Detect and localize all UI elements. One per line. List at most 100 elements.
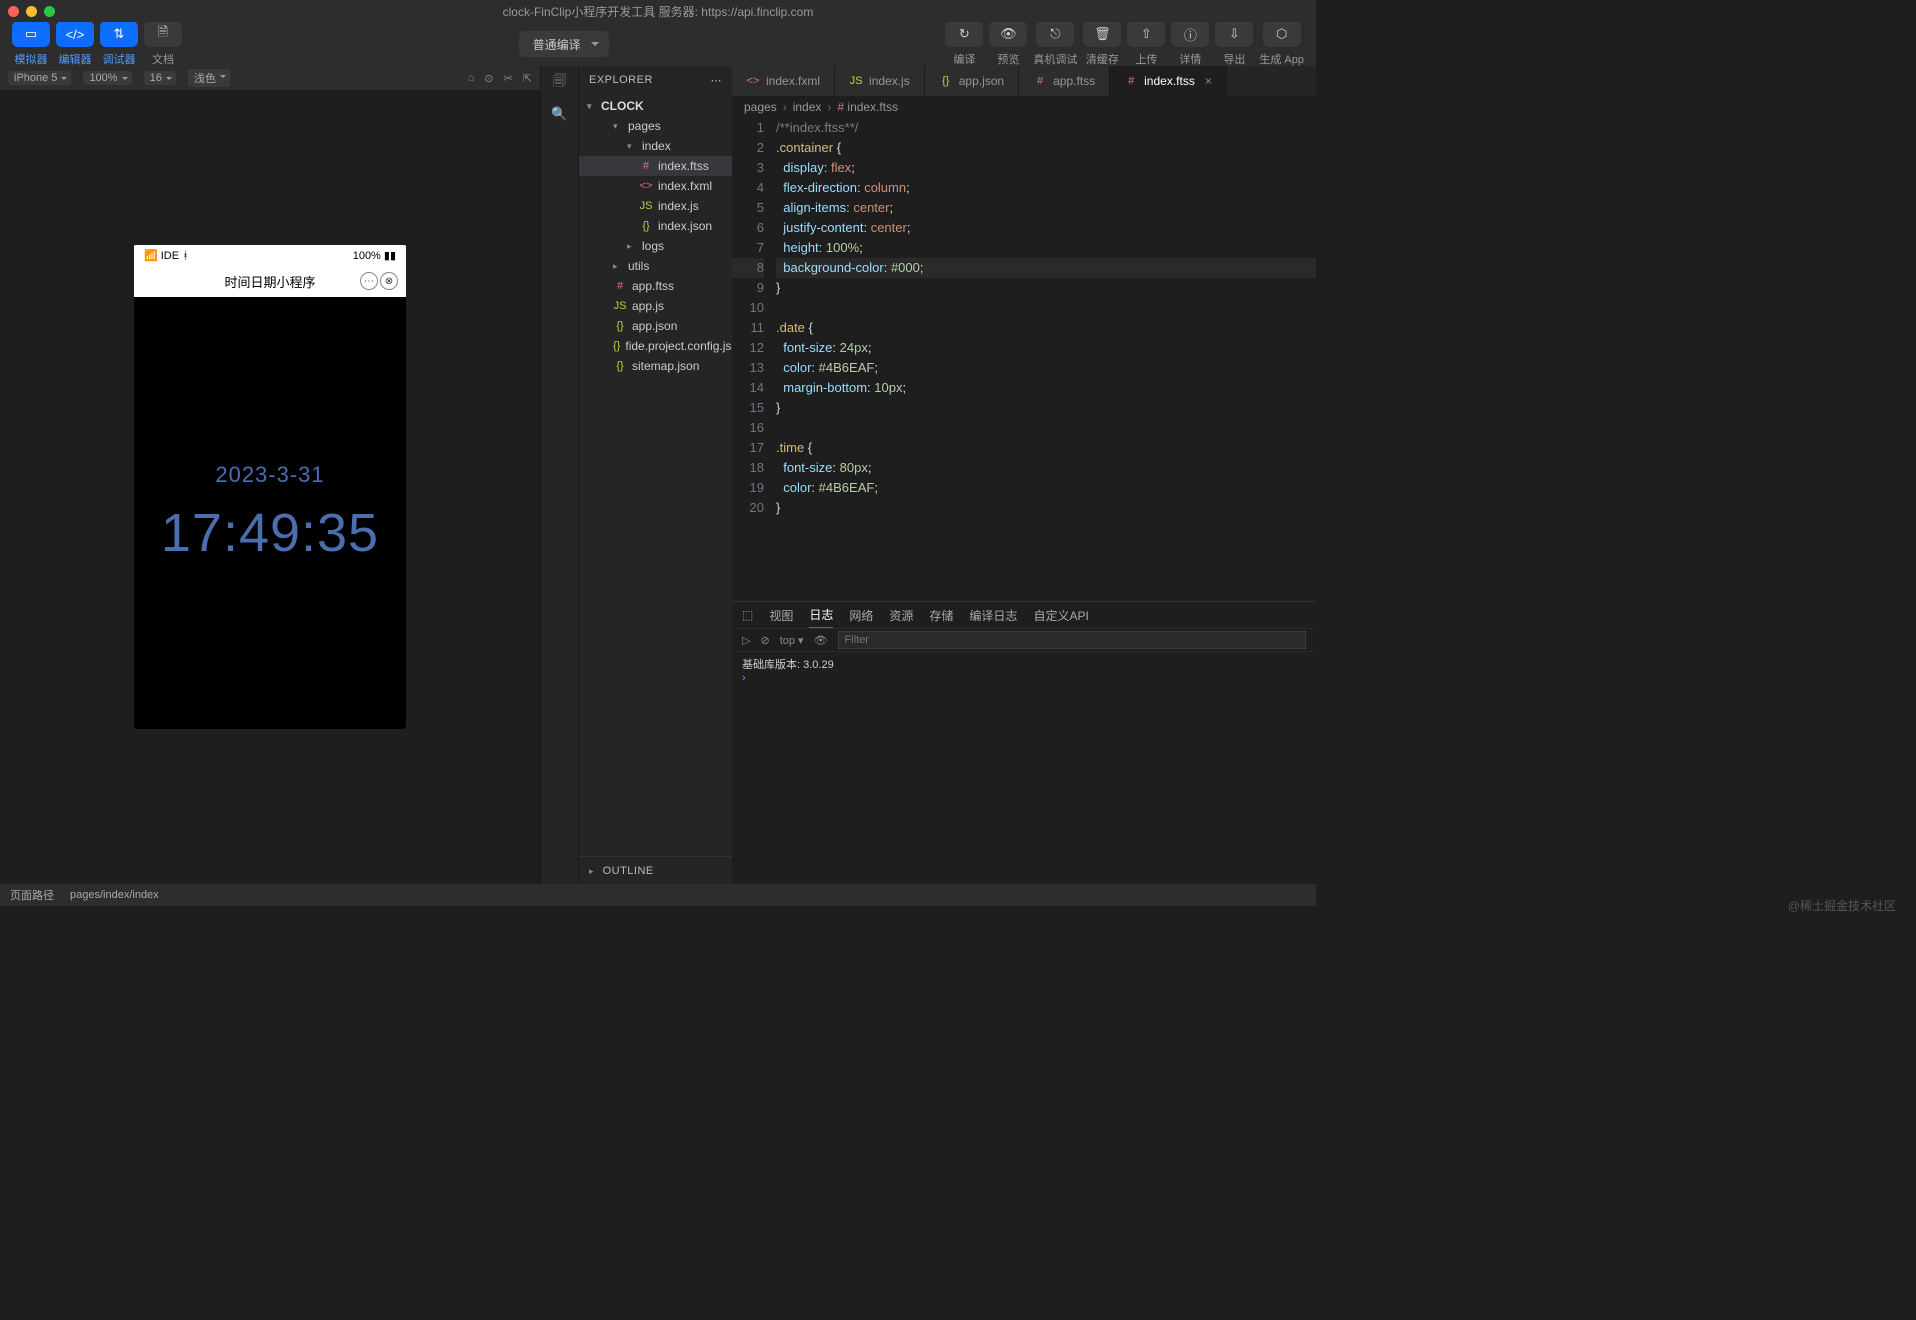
toolbar-详情[interactable]: ⓘ bbox=[1171, 21, 1209, 47]
console-line: 基础库版本: 3.0.29 bbox=[742, 656, 1306, 672]
titlebar: clock-FinClip小程序开发工具 服务器: https://api.fi… bbox=[0, 0, 1316, 22]
more-icon[interactable]: ⋯ bbox=[360, 272, 378, 290]
file-sitemap.json[interactable]: {}sitemap.json bbox=[579, 356, 732, 376]
toolbar-label: 文档 bbox=[152, 51, 174, 67]
clock-date: 2023-3-31 bbox=[215, 462, 324, 488]
file-utils[interactable]: ▸utils bbox=[579, 256, 732, 276]
toolbar-编辑器[interactable]: </> bbox=[56, 21, 94, 47]
file-pages[interactable]: ▾pages bbox=[579, 116, 732, 136]
cut-icon[interactable]: ✂ bbox=[504, 72, 513, 85]
search-icon[interactable]: 🔍 bbox=[551, 106, 567, 122]
file-app.json[interactable]: {}app.json bbox=[579, 316, 732, 336]
compile-mode-select[interactable]: 普通编译 bbox=[519, 31, 609, 57]
file-logs[interactable]: ▸logs bbox=[579, 236, 732, 256]
toolbar-label: 详情 bbox=[1179, 51, 1201, 67]
breadcrumb[interactable]: pages›index›# index.ftss bbox=[732, 96, 1316, 118]
toolbar-label: 模拟器 bbox=[15, 51, 48, 67]
close-icon[interactable]: × bbox=[1205, 74, 1212, 88]
filter-input[interactable] bbox=[838, 631, 1306, 649]
clear-icon[interactable]: ⊘ bbox=[760, 634, 769, 647]
device-select[interactable]: iPhone 5 bbox=[8, 71, 71, 85]
explorer-icon[interactable]: 🗐 bbox=[553, 72, 566, 94]
simulator-pane: iPhone 5 100% 16 浅色 ⌂ ⊙ ✂ ⇱ 📶 IDE ᚼ 100%… bbox=[0, 66, 540, 884]
outline-header[interactable]: ▸ OUTLINE bbox=[589, 865, 654, 877]
toolbar-生成 App[interactable]: ⬡ bbox=[1263, 21, 1301, 47]
toolbar-模拟器[interactable]: ▭ bbox=[12, 21, 50, 47]
nav-title: 时间日期小程序 bbox=[224, 272, 315, 291]
inspect-icon[interactable]: ⬚ bbox=[742, 608, 753, 622]
file-index[interactable]: ▾index bbox=[579, 136, 732, 156]
toolbar-label: 预览 bbox=[997, 51, 1019, 67]
simulator-header: iPhone 5 100% 16 浅色 ⌂ ⊙ ✂ ⇱ bbox=[0, 66, 540, 90]
file-fide.project.config.json[interactable]: {}fide.project.config.json bbox=[579, 336, 732, 356]
zoom-select[interactable]: 100% bbox=[83, 71, 131, 85]
context-select[interactable]: top ▾ bbox=[780, 634, 804, 647]
breadcrumb-seg[interactable]: # index.ftss bbox=[837, 100, 898, 114]
status-page-path[interactable]: pages/index/index bbox=[70, 889, 159, 901]
status-right: 100% ▮▮ bbox=[353, 249, 396, 262]
tab-app.ftss[interactable]: #app.ftss bbox=[1019, 66, 1110, 96]
location-icon[interactable]: ⊙ bbox=[484, 72, 493, 85]
toolbar-真机调试[interactable]: ⎋ bbox=[1036, 21, 1074, 47]
status-page-path-label[interactable]: 页面路径 bbox=[10, 887, 54, 903]
toolbar-label: 生成 App bbox=[1259, 51, 1304, 67]
toolbar-编译[interactable]: ↻ bbox=[945, 21, 983, 47]
toolbar-label: 清缓存 bbox=[1086, 51, 1119, 67]
tab-app.json[interactable]: {}app.json bbox=[925, 66, 1019, 96]
console-tab-自定义API[interactable]: 自定义API bbox=[1033, 603, 1088, 628]
file-app.ftss[interactable]: #app.ftss bbox=[579, 276, 732, 296]
console-panel: ⬚ 视图日志网络资源存储编译日志自定义API ▷ ⊘ top ▾ 👁 基础库版本… bbox=[732, 601, 1316, 884]
breadcrumb-seg[interactable]: index bbox=[793, 100, 822, 114]
console-tab-日志[interactable]: 日志 bbox=[809, 602, 833, 629]
toolbar-label: 编辑器 bbox=[59, 51, 92, 67]
file-index.js[interactable]: JSindex.js bbox=[579, 196, 732, 216]
editor-pane: <>index.fxmlJSindex.js{}app.json#app.fts… bbox=[732, 66, 1316, 884]
toolbar-文档[interactable]: 🗎 bbox=[144, 21, 182, 47]
font-select[interactable]: 16 bbox=[144, 71, 176, 85]
project-root[interactable]: ▾CLOCK bbox=[579, 96, 732, 116]
tab-index.fxml[interactable]: <>index.fxml bbox=[732, 66, 835, 96]
tab-index.js[interactable]: JSindex.js bbox=[835, 66, 925, 96]
console-tab-网络[interactable]: 网络 bbox=[849, 603, 873, 628]
explorer-header: EXPLORER bbox=[589, 74, 653, 86]
file-index.fxml[interactable]: <>index.fxml bbox=[579, 176, 732, 196]
console-tab-视图[interactable]: 视图 bbox=[769, 603, 793, 628]
toolbar-调试器[interactable]: ⇅ bbox=[100, 21, 138, 47]
editor-tabs: <>index.fxmlJSindex.js{}app.json#app.fts… bbox=[732, 66, 1316, 96]
float-icon[interactable]: ⇱ bbox=[523, 72, 532, 85]
watermark: @稀土掘金技术社区 bbox=[1788, 897, 1896, 914]
main-toolbar: ▭模拟器</>编辑器⇅调试器🗎文档 普通编译 ↻编译👁预览⎋真机调试🗑清缓存⇧上… bbox=[0, 22, 1316, 66]
code-editor[interactable]: 1234567891011121314151617181920 /**index… bbox=[732, 118, 1316, 601]
tab-index.ftss[interactable]: #index.ftss× bbox=[1110, 66, 1227, 96]
toolbar-label: 上传 bbox=[1135, 51, 1157, 67]
toolbar-上传[interactable]: ⇧ bbox=[1127, 21, 1165, 47]
toolbar-导出[interactable]: ⇩ bbox=[1215, 21, 1253, 47]
console-tab-存储[interactable]: 存储 bbox=[929, 603, 953, 628]
explorer-panel: EXPLORER ⋯ ▾CLOCK ▾pages▾index#index.fts… bbox=[578, 66, 732, 884]
toolbar-label: 调试器 bbox=[103, 51, 136, 67]
home-icon[interactable]: ⌂ bbox=[468, 72, 475, 85]
more-icon[interactable]: ⋯ bbox=[711, 74, 723, 87]
console-prompt[interactable]: › bbox=[742, 672, 1306, 684]
theme-select[interactable]: 浅色 bbox=[188, 69, 230, 87]
clock-time: 17:49:35 bbox=[161, 502, 379, 564]
file-index.ftss[interactable]: #index.ftss bbox=[579, 156, 732, 176]
activity-bar: 🗐 🔍 bbox=[540, 66, 578, 884]
toolbar-清缓存[interactable]: 🗑 bbox=[1083, 21, 1121, 47]
status-left: 📶 IDE ᚼ bbox=[144, 249, 189, 262]
console-tab-编译日志[interactable]: 编译日志 bbox=[969, 603, 1017, 628]
file-app.js[interactable]: JSapp.js bbox=[579, 296, 732, 316]
toggle-icon[interactable]: ▷ bbox=[742, 634, 750, 647]
console-tab-资源[interactable]: 资源 bbox=[889, 603, 913, 628]
window-title: clock-FinClip小程序开发工具 服务器: https://api.fi… bbox=[0, 3, 1316, 20]
breadcrumb-seg[interactable]: pages bbox=[744, 100, 777, 114]
phone-nav: 时间日期小程序 ⋯ ⊗ bbox=[134, 265, 406, 297]
close-icon[interactable]: ⊗ bbox=[380, 272, 398, 290]
toolbar-预览[interactable]: 👁 bbox=[989, 21, 1027, 47]
eye-icon[interactable]: 👁 bbox=[814, 634, 828, 647]
statusbar: 页面路径 pages/index/index bbox=[0, 884, 1316, 906]
file-index.json[interactable]: {}index.json bbox=[579, 216, 732, 236]
toolbar-label: 导出 bbox=[1223, 51, 1245, 67]
phone-preview: 📶 IDE ᚼ 100% ▮▮ 时间日期小程序 ⋯ ⊗ 2023-3-31 17… bbox=[134, 245, 406, 729]
toolbar-label: 编译 bbox=[953, 51, 975, 67]
